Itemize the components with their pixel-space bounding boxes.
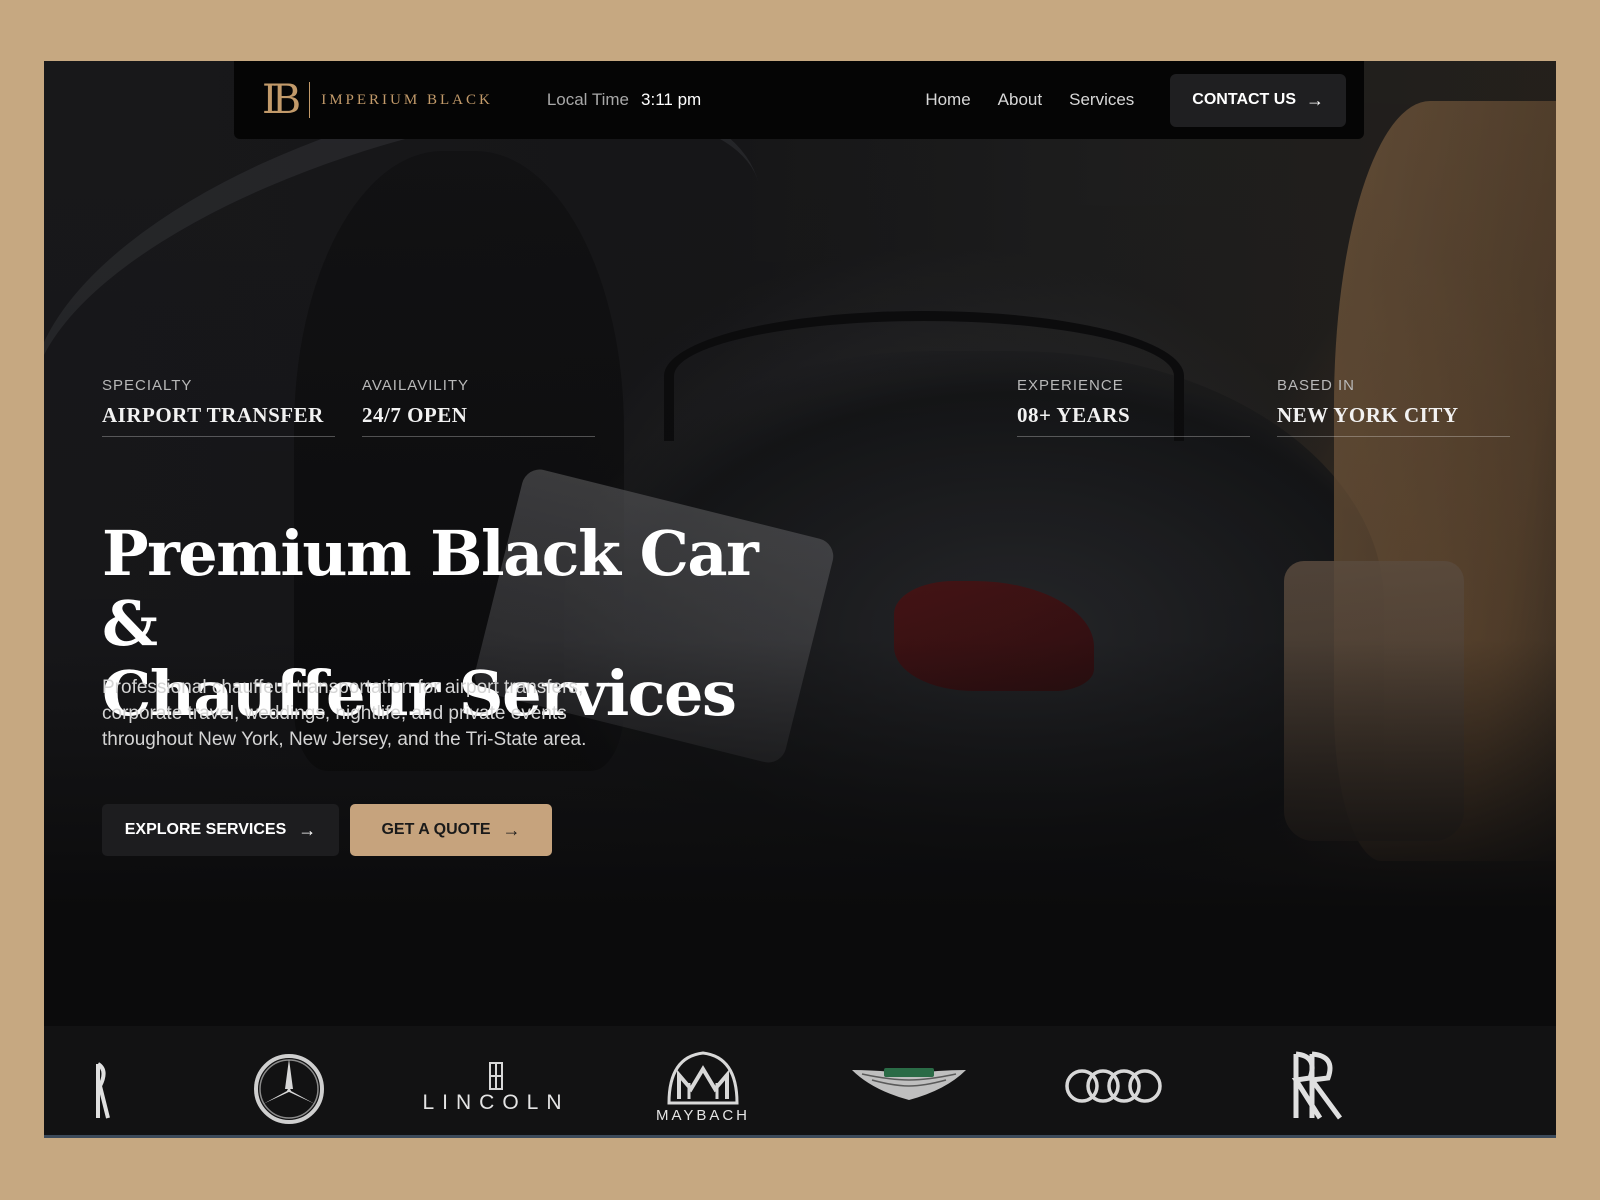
stat-based-in: BASED IN NEW YORK CITY xyxy=(1277,377,1510,437)
aston-martin-wings-icon xyxy=(852,1068,966,1100)
audi-rings-icon xyxy=(1065,1069,1162,1103)
brand-logo-strip: LINCOLN MAYBACH xyxy=(44,1026,1556,1138)
maybach-emblem-icon xyxy=(667,1050,739,1104)
arrow-right-icon: → xyxy=(1306,90,1324,110)
maybach-wordmark: MAYBACH xyxy=(655,1106,751,1124)
get-a-quote-button[interactable]: GET A QUOTE → xyxy=(350,804,552,856)
hero-subtext: Professional chauffeur transportation fo… xyxy=(102,677,587,750)
rolls-royce-rr-icon xyxy=(1291,1051,1343,1120)
stat-value: 08+ YEARS xyxy=(1017,403,1131,427)
nav-links: Home About Services xyxy=(925,90,1134,110)
maybach-logo: MAYBACH xyxy=(638,1046,768,1126)
arrow-right-icon: → xyxy=(502,820,521,840)
mercedes-benz-logo xyxy=(252,1052,326,1126)
logo-divider xyxy=(309,82,311,118)
local-time-value: 3:11 pm xyxy=(641,90,702,109)
contact-us-button[interactable]: CONTACT US → xyxy=(1170,73,1346,127)
mercedes-star-icon xyxy=(254,1054,324,1124)
brand-monogram: IB xyxy=(262,77,301,123)
website-frame: SPECIALTY AIRPORT TRANSFER AVAILAVILITY … xyxy=(44,61,1556,1138)
hero-section: SPECIALTY AIRPORT TRANSFER AVAILAVILITY … xyxy=(44,61,1556,1026)
stat-label: AVAILAVILITY xyxy=(362,377,470,394)
brand-logo[interactable]: IB IMPERIUM BLACK xyxy=(262,80,493,120)
stat-value: NEW YORK CITY xyxy=(1277,403,1459,427)
audi-logo xyxy=(1064,1066,1164,1106)
stat-specialty: SPECIALTY AIRPORT TRANSFER xyxy=(102,377,335,437)
hero-headline-line1: Premium Black Car & xyxy=(102,517,759,660)
stat-availability: AVAILAVILITY 24/7 OPEN xyxy=(362,377,595,437)
explore-services-button[interactable]: EXPLORE SERVICES → xyxy=(102,804,339,856)
local-time: Local Time 3:11 pm xyxy=(547,90,701,110)
arrow-right-icon: → xyxy=(298,820,317,840)
nav-link-home[interactable]: Home xyxy=(925,90,970,110)
rolls-royce-partial-logo xyxy=(96,1060,110,1120)
nav-link-services[interactable]: Services xyxy=(1069,90,1134,110)
brand-name: IMPERIUM BLACK xyxy=(321,91,493,108)
lincoln-wordmark: LINCOLN xyxy=(422,1091,570,1114)
get-a-quote-label: GET A QUOTE xyxy=(381,821,491,838)
lincoln-logo: LINCOLN xyxy=(416,1056,576,1120)
stat-label: EXPERIENCE xyxy=(1017,377,1124,394)
aston-martin-logo xyxy=(850,1064,968,1104)
explore-services-label: EXPLORE SERVICES xyxy=(124,821,287,838)
stat-experience: EXPERIENCE 08+ YEARS xyxy=(1017,377,1250,437)
rolls-royce-partial-icon xyxy=(96,1062,110,1119)
stat-label: SPECIALTY xyxy=(102,377,193,394)
local-time-label: Local Time xyxy=(546,90,630,109)
stat-label: BASED IN xyxy=(1277,377,1356,394)
stat-value: AIRPORT TRANSFER xyxy=(102,403,324,427)
top-navigation: IB IMPERIUM BLACK Local Time 3:11 pm Hom… xyxy=(234,61,1364,139)
lincoln-star-icon xyxy=(489,1062,503,1090)
nav-link-about[interactable]: About xyxy=(998,90,1042,110)
stat-value: 24/7 OPEN xyxy=(362,403,468,427)
contact-us-label: CONTACT US xyxy=(1192,91,1296,108)
rolls-royce-logo xyxy=(1290,1050,1350,1122)
